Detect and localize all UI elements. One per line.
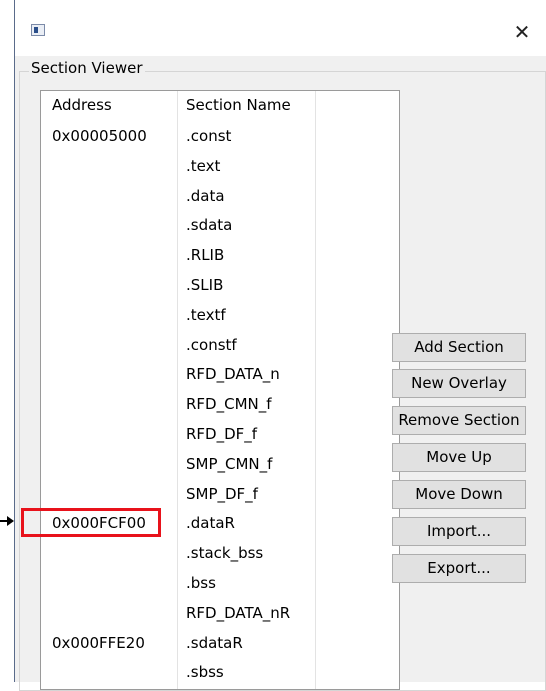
cell-address [41, 182, 177, 211]
new-overlay-button[interactable]: New Overlay [392, 369, 526, 398]
table-row[interactable]: .textf [41, 301, 399, 330]
cell-address [41, 539, 177, 568]
table-row[interactable]: RFD_DATA_nR [41, 599, 399, 628]
export-button[interactable]: Export... [392, 554, 526, 583]
table-row[interactable]: .constf [41, 331, 399, 360]
table-row[interactable]: .SLIB [41, 271, 399, 300]
close-icon: ✕ [513, 20, 531, 44]
cell-section-name: SMP_CMN_f [186, 454, 273, 473]
cell-address [41, 569, 177, 598]
cell-section-name: RFD_DATA_nR [186, 603, 291, 622]
table-row[interactable]: .bss [41, 569, 399, 598]
background-window-edge [0, 0, 14, 682]
section-list[interactable]: Address Section Name 0x00005000 .const .te… [40, 90, 400, 690]
table-header: Address Section Name [41, 91, 399, 120]
move-up-button[interactable]: Move Up [392, 443, 526, 472]
cell-section-name: SMP_DF_f [186, 484, 258, 503]
cell-address [41, 450, 177, 479]
cell-address [41, 331, 177, 360]
column-header-address[interactable]: Address [41, 91, 177, 120]
cell-section-name: .bss [186, 574, 216, 592]
cell-address [41, 271, 177, 300]
title-bar: ✕ [15, 0, 546, 56]
cell-section-name: .constf [186, 335, 237, 354]
cell-section-name: RFD_DATA_n [186, 365, 280, 384]
cell-section-name: .sdata [186, 216, 233, 235]
table-row[interactable]: .sbss [41, 658, 399, 687]
table-row[interactable]: .stack_bss [41, 539, 399, 568]
cell-address [41, 420, 177, 449]
cell-section-name: .sdataR [186, 633, 243, 652]
table-row[interactable]: .sdata [41, 211, 399, 240]
table-row[interactable]: .text [41, 152, 399, 181]
column-header-section-name[interactable]: Section Name [177, 91, 315, 120]
add-section-button[interactable]: Add Section [392, 333, 526, 362]
cell-address [41, 360, 177, 389]
group-label: Section Viewer [29, 59, 145, 77]
table-row[interactable]: RFD_DATA_n [41, 360, 399, 389]
cell-section-name: .RLIB [186, 246, 225, 265]
cell-section-name: RFD_DF_f [186, 425, 258, 443]
close-button[interactable]: ✕ [502, 14, 542, 50]
cell-section-name: .SLIB [186, 276, 224, 294]
table-row[interactable]: 0x000FFE20 .sdataR [41, 629, 399, 658]
move-down-button[interactable]: Move Down [392, 480, 526, 509]
import-button[interactable]: Import... [392, 517, 526, 546]
table-row[interactable]: RFD_DF_f [41, 420, 399, 449]
table-row[interactable]: RFD_CMN_f [41, 390, 399, 419]
cell-address [41, 301, 177, 330]
cell-section-name: .sbss [186, 663, 224, 682]
cell-address [41, 390, 177, 419]
remove-section-button[interactable]: Remove Section [392, 406, 526, 435]
cell-section-name: .data [186, 186, 225, 205]
cell-address [41, 241, 177, 270]
table-row[interactable]: .data [41, 182, 399, 211]
table-row[interactable]: SMP_CMN_f [41, 450, 399, 479]
cell-address: 0x00005000 [52, 127, 147, 145]
cell-address [41, 211, 177, 240]
cell-section-name: .stack_bss [186, 544, 264, 563]
table-row[interactable]: .RLIB [41, 241, 399, 270]
app-window-icon [31, 24, 45, 36]
cell-section-name: .dataR [186, 514, 235, 533]
table-row[interactable]: SMP_DF_f [41, 480, 399, 509]
table-row[interactable]: 0x00005000 .const [41, 122, 399, 151]
cell-section-name: RFD_CMN_f [186, 395, 272, 414]
cell-address [41, 658, 177, 687]
cell-section-name: .textf [186, 305, 226, 324]
cell-address [41, 152, 177, 181]
address-highlight-box [21, 508, 161, 537]
cell-address [41, 480, 177, 509]
cell-address: 0x000FFE20 [52, 633, 145, 652]
cell-section-name: .text [186, 156, 221, 175]
cell-address [41, 599, 177, 628]
arrow-right-icon [0, 516, 14, 526]
cell-section-name: .const [186, 127, 232, 145]
